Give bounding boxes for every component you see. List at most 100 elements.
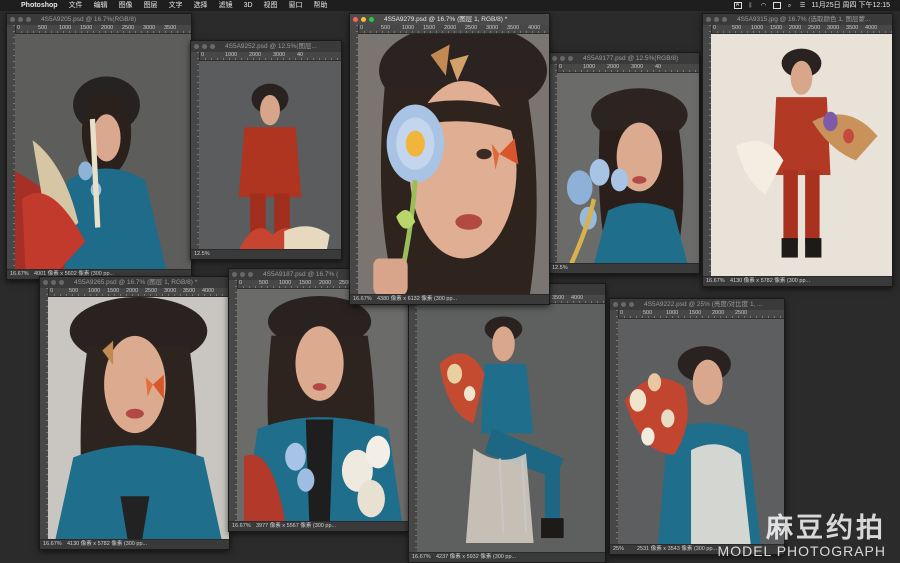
window-controls — [552, 56, 573, 61]
menu-image[interactable]: 图像 — [114, 0, 139, 11]
menu-filter[interactable]: 滤镜 — [214, 0, 239, 11]
document-canvas[interactable] — [15, 34, 191, 270]
zoom-level[interactable]: 16.67% — [353, 295, 377, 304]
document-canvas[interactable] — [237, 289, 409, 522]
document-window-4s5a9265[interactable]: 4S5A9265.psd @ 16.7% (图层 1, RGB/8) * 0 50… — [39, 276, 230, 550]
document-canvas[interactable] — [48, 297, 229, 540]
document-canvas[interactable] — [417, 304, 605, 553]
horizontal-ruler[interactable]: 0 1000 2000 3000 40 — [557, 64, 699, 73]
ruler-tick-label: 2500 — [735, 310, 748, 316]
close-icon[interactable] — [194, 44, 199, 49]
ruler-tick-label: 2000 — [249, 52, 262, 58]
window-titlebar[interactable]: 4S5A9252.psd @ 12.5%(图层... — [191, 41, 341, 52]
bluetooth-icon[interactable]: ᛒ — [747, 3, 755, 9]
close-icon[interactable] — [353, 17, 358, 22]
minimize-icon[interactable] — [240, 272, 245, 277]
document-canvas[interactable] — [358, 34, 549, 295]
document-window-1-rgb8[interactable]: 1, RGB/8) 050010001500200025003000350040… — [408, 283, 606, 563]
wifi-icon[interactable]: ◠ — [760, 3, 768, 9]
maximize-icon[interactable] — [369, 17, 374, 22]
menu-bar: Photoshop 文件 编辑 图像 图层 文字 选择 滤镜 3D 视图 窗口 … — [0, 0, 900, 11]
close-icon[interactable] — [43, 280, 48, 285]
minimize-icon[interactable] — [361, 17, 366, 22]
menu-help[interactable]: 帮助 — [309, 0, 334, 11]
zoom-level[interactable]: 12.5% — [194, 250, 218, 259]
control-center-icon[interactable]: ☰ — [799, 3, 807, 9]
window-titlebar[interactable]: 4S5A9315.jpg @ 16.7% (选取颜色 1, 图层蒙... — [703, 14, 892, 25]
battery-icon[interactable] — [772, 2, 781, 9]
ruler-tick-label: 40 — [297, 52, 304, 58]
document-dimensions: 4130 像素 x 5782 像素 (300 pp... — [67, 541, 148, 547]
document-window-4s5a9252[interactable]: 4S5A9252.psd @ 12.5%(图层... 0 1000 2000 3000… — [190, 40, 342, 260]
window-titlebar[interactable]: 4S5A9177.psd @ 12.5%(RGB/8) — [549, 53, 699, 64]
minimize-icon[interactable] — [621, 302, 626, 307]
document-window-4s5a9315[interactable]: 4S5A9315.jpg @ 16.7% (选取颜色 1, 图层蒙... 0 50… — [702, 13, 893, 287]
minimize-icon[interactable] — [18, 17, 23, 22]
window-titlebar[interactable]: 4S5A9205.psd @ 16.7%(RGB/8) — [7, 14, 191, 25]
document-canvas[interactable] — [618, 319, 784, 545]
menu-select[interactable]: 选择 — [189, 0, 214, 11]
zoom-level[interactable]: 16.67% — [43, 540, 67, 549]
close-icon[interactable] — [232, 272, 237, 277]
minimize-icon[interactable] — [714, 17, 719, 22]
status-bar: 12.5% — [191, 249, 341, 259]
zoom-level[interactable]: 12.5% — [552, 264, 576, 273]
zoom-level[interactable]: 16.67% — [232, 522, 256, 531]
horizontal-ruler[interactable]: 0 500 1000 1500 2000 2500 — [618, 310, 784, 319]
ruler-tick-label: 3500 — [552, 295, 565, 301]
document-window-4s5a9279[interactable]: 4S5A9279.psd @ 16.7% (图层 1, RGB/8) * 0 50… — [349, 13, 550, 305]
horizontal-ruler[interactable]: 0 500 1000 1500 2000 2500 3000 3500 — [15, 25, 191, 34]
window-controls — [10, 17, 31, 22]
ruler-tick-label: 2000 — [101, 25, 114, 31]
window-titlebar[interactable]: 4S5A9265.psd @ 16.7% (图层 1, RGB/8) * — [40, 277, 229, 288]
maximize-icon[interactable] — [568, 56, 573, 61]
maximize-icon[interactable] — [248, 272, 253, 277]
menu-type[interactable]: 文字 — [164, 0, 189, 11]
minimize-icon[interactable] — [51, 280, 56, 285]
maximize-icon[interactable] — [629, 302, 634, 307]
menu-file[interactable]: 文件 — [64, 0, 89, 11]
menu-edit[interactable]: 编辑 — [89, 0, 114, 11]
minimize-icon[interactable] — [560, 56, 565, 61]
menu-window[interactable]: 窗口 — [284, 0, 309, 11]
status-bar: 25% 2531 像素 x 3543 像素 (300 pp... — [610, 544, 784, 554]
close-icon[interactable] — [552, 56, 557, 61]
close-icon[interactable] — [613, 302, 618, 307]
photo-image — [618, 319, 784, 545]
search-icon[interactable]: ⌕ — [786, 3, 794, 9]
document-canvas[interactable] — [557, 73, 699, 264]
window-titlebar[interactable]: 4S5A9279.psd @ 16.7% (图层 1, RGB/8) * — [350, 14, 549, 25]
maximize-icon[interactable] — [210, 44, 215, 49]
ruler-tick-label: 4000 — [528, 25, 541, 31]
zoom-level[interactable]: 25% — [613, 545, 637, 554]
document-window-4s5a9177[interactable]: 4S5A9177.psd @ 12.5%(RGB/8) 0 1000 2000 300… — [548, 52, 700, 274]
close-icon[interactable] — [10, 17, 15, 22]
window-titlebar[interactable]: 4S5A9222.psd @ 25% (亮度/对比度 1, ... — [610, 299, 784, 310]
document-canvas[interactable] — [199, 61, 341, 250]
ruler-tick-label: 0 — [239, 280, 243, 286]
menu-app-name[interactable]: Photoshop — [16, 0, 64, 11]
close-icon[interactable] — [706, 17, 711, 22]
minimize-icon[interactable] — [202, 44, 207, 49]
menu-layer[interactable]: 图层 — [139, 0, 164, 11]
zoom-level[interactable]: 16.67% — [10, 270, 34, 279]
input-method-icon[interactable]: A — [733, 2, 742, 9]
zoom-level[interactable]: 16.67% — [412, 553, 436, 562]
document-dimensions: 3977 像素 x 5567 像素 (300 pp... — [256, 523, 337, 529]
document-canvas[interactable] — [711, 34, 892, 277]
document-window-4s5a9222[interactable]: 4S5A9222.psd @ 25% (亮度/对比度 1, ... 0 500 10… — [609, 298, 785, 555]
menu-view[interactable]: 视图 — [259, 0, 284, 11]
horizontal-ruler[interactable]: 0 500 1000 1500 2000 2500 3000 3500 4000 — [711, 25, 892, 34]
menubar-clock[interactable]: 11月25日 周四 下午12:15 — [812, 0, 890, 11]
horizontal-ruler[interactable]: 0 500 1000 1500 2000 2500 3000 3500 4000 — [48, 288, 229, 297]
zoom-level[interactable]: 16.67% — [706, 277, 730, 286]
document-window-4s5a9205[interactable]: 4S5A9205.psd @ 16.7%(RGB/8) 0 500 1000 1500… — [6, 13, 192, 280]
maximize-icon[interactable] — [26, 17, 31, 22]
menu-3d[interactable]: 3D — [239, 0, 259, 11]
horizontal-ruler[interactable]: 0 1000 2000 3000 40 — [199, 52, 341, 61]
horizontal-ruler[interactable]: 0 500 1000 1500 2000 2500 3000 3500 4000 — [358, 25, 549, 34]
maximize-icon[interactable] — [59, 280, 64, 285]
document-window-4s5a9187[interactable]: 4S5A9187.psd @ 16.7% ( 0 500 1000 1500 2000 2… — [228, 268, 410, 532]
maximize-icon[interactable] — [722, 17, 727, 22]
document-title: 4S5A9205.psd @ 16.7%(RGB/8) — [41, 16, 137, 23]
